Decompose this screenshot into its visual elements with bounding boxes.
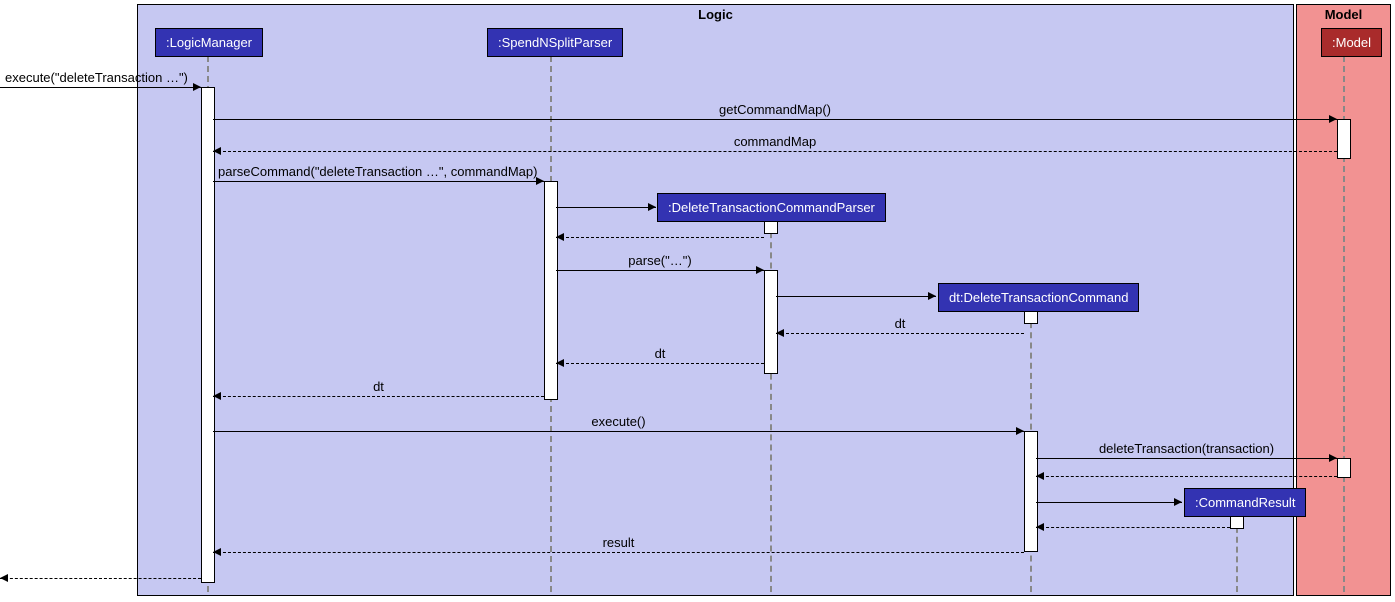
cmd-result-activation: [1230, 515, 1244, 529]
arrow-create-cr-head: [1174, 498, 1182, 506]
delete-txn-parser-head: :DeleteTransactionCommandParser: [657, 193, 886, 222]
arrow-create-cr-ret-head: [1036, 523, 1044, 531]
arrow-create-dtcp-ret-head: [556, 233, 564, 241]
arrow-m1: [0, 87, 201, 88]
arrow-create-cr-ret: [1036, 527, 1230, 528]
arrow-create-cr: [1036, 502, 1182, 503]
arrow-m8-head: [776, 329, 784, 337]
arrow-m13-head: [1036, 472, 1044, 480]
arrow-m4-head: [536, 177, 544, 185]
spendnsplit-parser-activation: [544, 181, 558, 400]
arrow-m6-head: [756, 266, 764, 274]
arrow-m1-head: [193, 83, 201, 91]
arrow-m12-head: [1329, 454, 1337, 462]
arrow-create-dtc: [776, 296, 936, 297]
arrow-m2-head: [1329, 115, 1337, 123]
model-activation-2: [1337, 458, 1351, 478]
arrow-m11: [213, 431, 1024, 432]
arrow-m8: [776, 333, 1024, 334]
cmd-result-head: :CommandResult: [1184, 488, 1306, 517]
msg-commandmap: commandMap: [213, 134, 1337, 149]
model-head: :Model: [1321, 28, 1382, 57]
msg-deletetxn: deleteTransaction(transaction): [1036, 441, 1337, 456]
msg-dt-1: dt: [776, 316, 1024, 331]
msg-getcommandmap: getCommandMap(): [213, 102, 1337, 117]
arrow-create-dtcp: [556, 207, 656, 208]
arrow-m10: [213, 396, 544, 397]
arrow-m6: [556, 270, 764, 271]
msg-dt-3: dt: [213, 379, 544, 394]
delete-txn-parser-label: :DeleteTransactionCommandParser: [668, 200, 875, 215]
arrow-create-dtc-head: [928, 292, 936, 300]
arrow-m10-head: [213, 392, 221, 400]
delete-txn-cmd-head: dt:DeleteTransactionCommand: [938, 283, 1139, 312]
spendnsplit-parser-head: :SpendNSplitParser: [487, 28, 623, 57]
msg-execute-in: execute("deleteTransaction …"): [5, 70, 200, 85]
logic-frame-label: Logic: [690, 5, 741, 24]
model-frame-label: Model: [1317, 5, 1371, 24]
model-activation-1: [1337, 119, 1351, 159]
arrow-m11-head: [1016, 427, 1024, 435]
arrow-m3-head: [213, 147, 221, 155]
delete-txn-cmd-activation-1: [1024, 310, 1038, 324]
msg-result: result: [213, 535, 1024, 550]
arrow-m17: [0, 578, 201, 579]
model-label: :Model: [1332, 35, 1371, 50]
arrow-m9: [556, 363, 764, 364]
logic-manager-label: :LogicManager: [166, 35, 252, 50]
arrow-m2: [213, 119, 1337, 120]
logic-manager-head: :LogicManager: [155, 28, 263, 57]
delete-txn-cmd-label: dt:DeleteTransactionCommand: [949, 290, 1128, 305]
arrow-create-dtcp-head: [648, 203, 656, 211]
arrow-m3: [213, 151, 1337, 152]
msg-parse: parse("…"): [556, 253, 764, 268]
msg-dt-2: dt: [556, 346, 764, 361]
msg-parsecommand: parseCommand("deleteTransaction …", comm…: [218, 164, 537, 179]
arrow-m16: [213, 552, 1024, 553]
msg-execute: execute(): [213, 414, 1024, 429]
arrow-m9-head: [556, 359, 564, 367]
cmd-result-label: :CommandResult: [1195, 495, 1295, 510]
arrow-m16-head: [213, 548, 221, 556]
logic-manager-activation: [201, 87, 215, 583]
delete-txn-parser-activation-1: [764, 220, 778, 234]
arrow-create-dtcp-ret: [556, 237, 764, 238]
arrow-m12: [1036, 458, 1337, 459]
arrow-m17-head: [0, 574, 8, 582]
arrow-m13: [1036, 476, 1337, 477]
spendnsplit-parser-label: :SpendNSplitParser: [498, 35, 612, 50]
arrow-m4: [213, 181, 544, 182]
